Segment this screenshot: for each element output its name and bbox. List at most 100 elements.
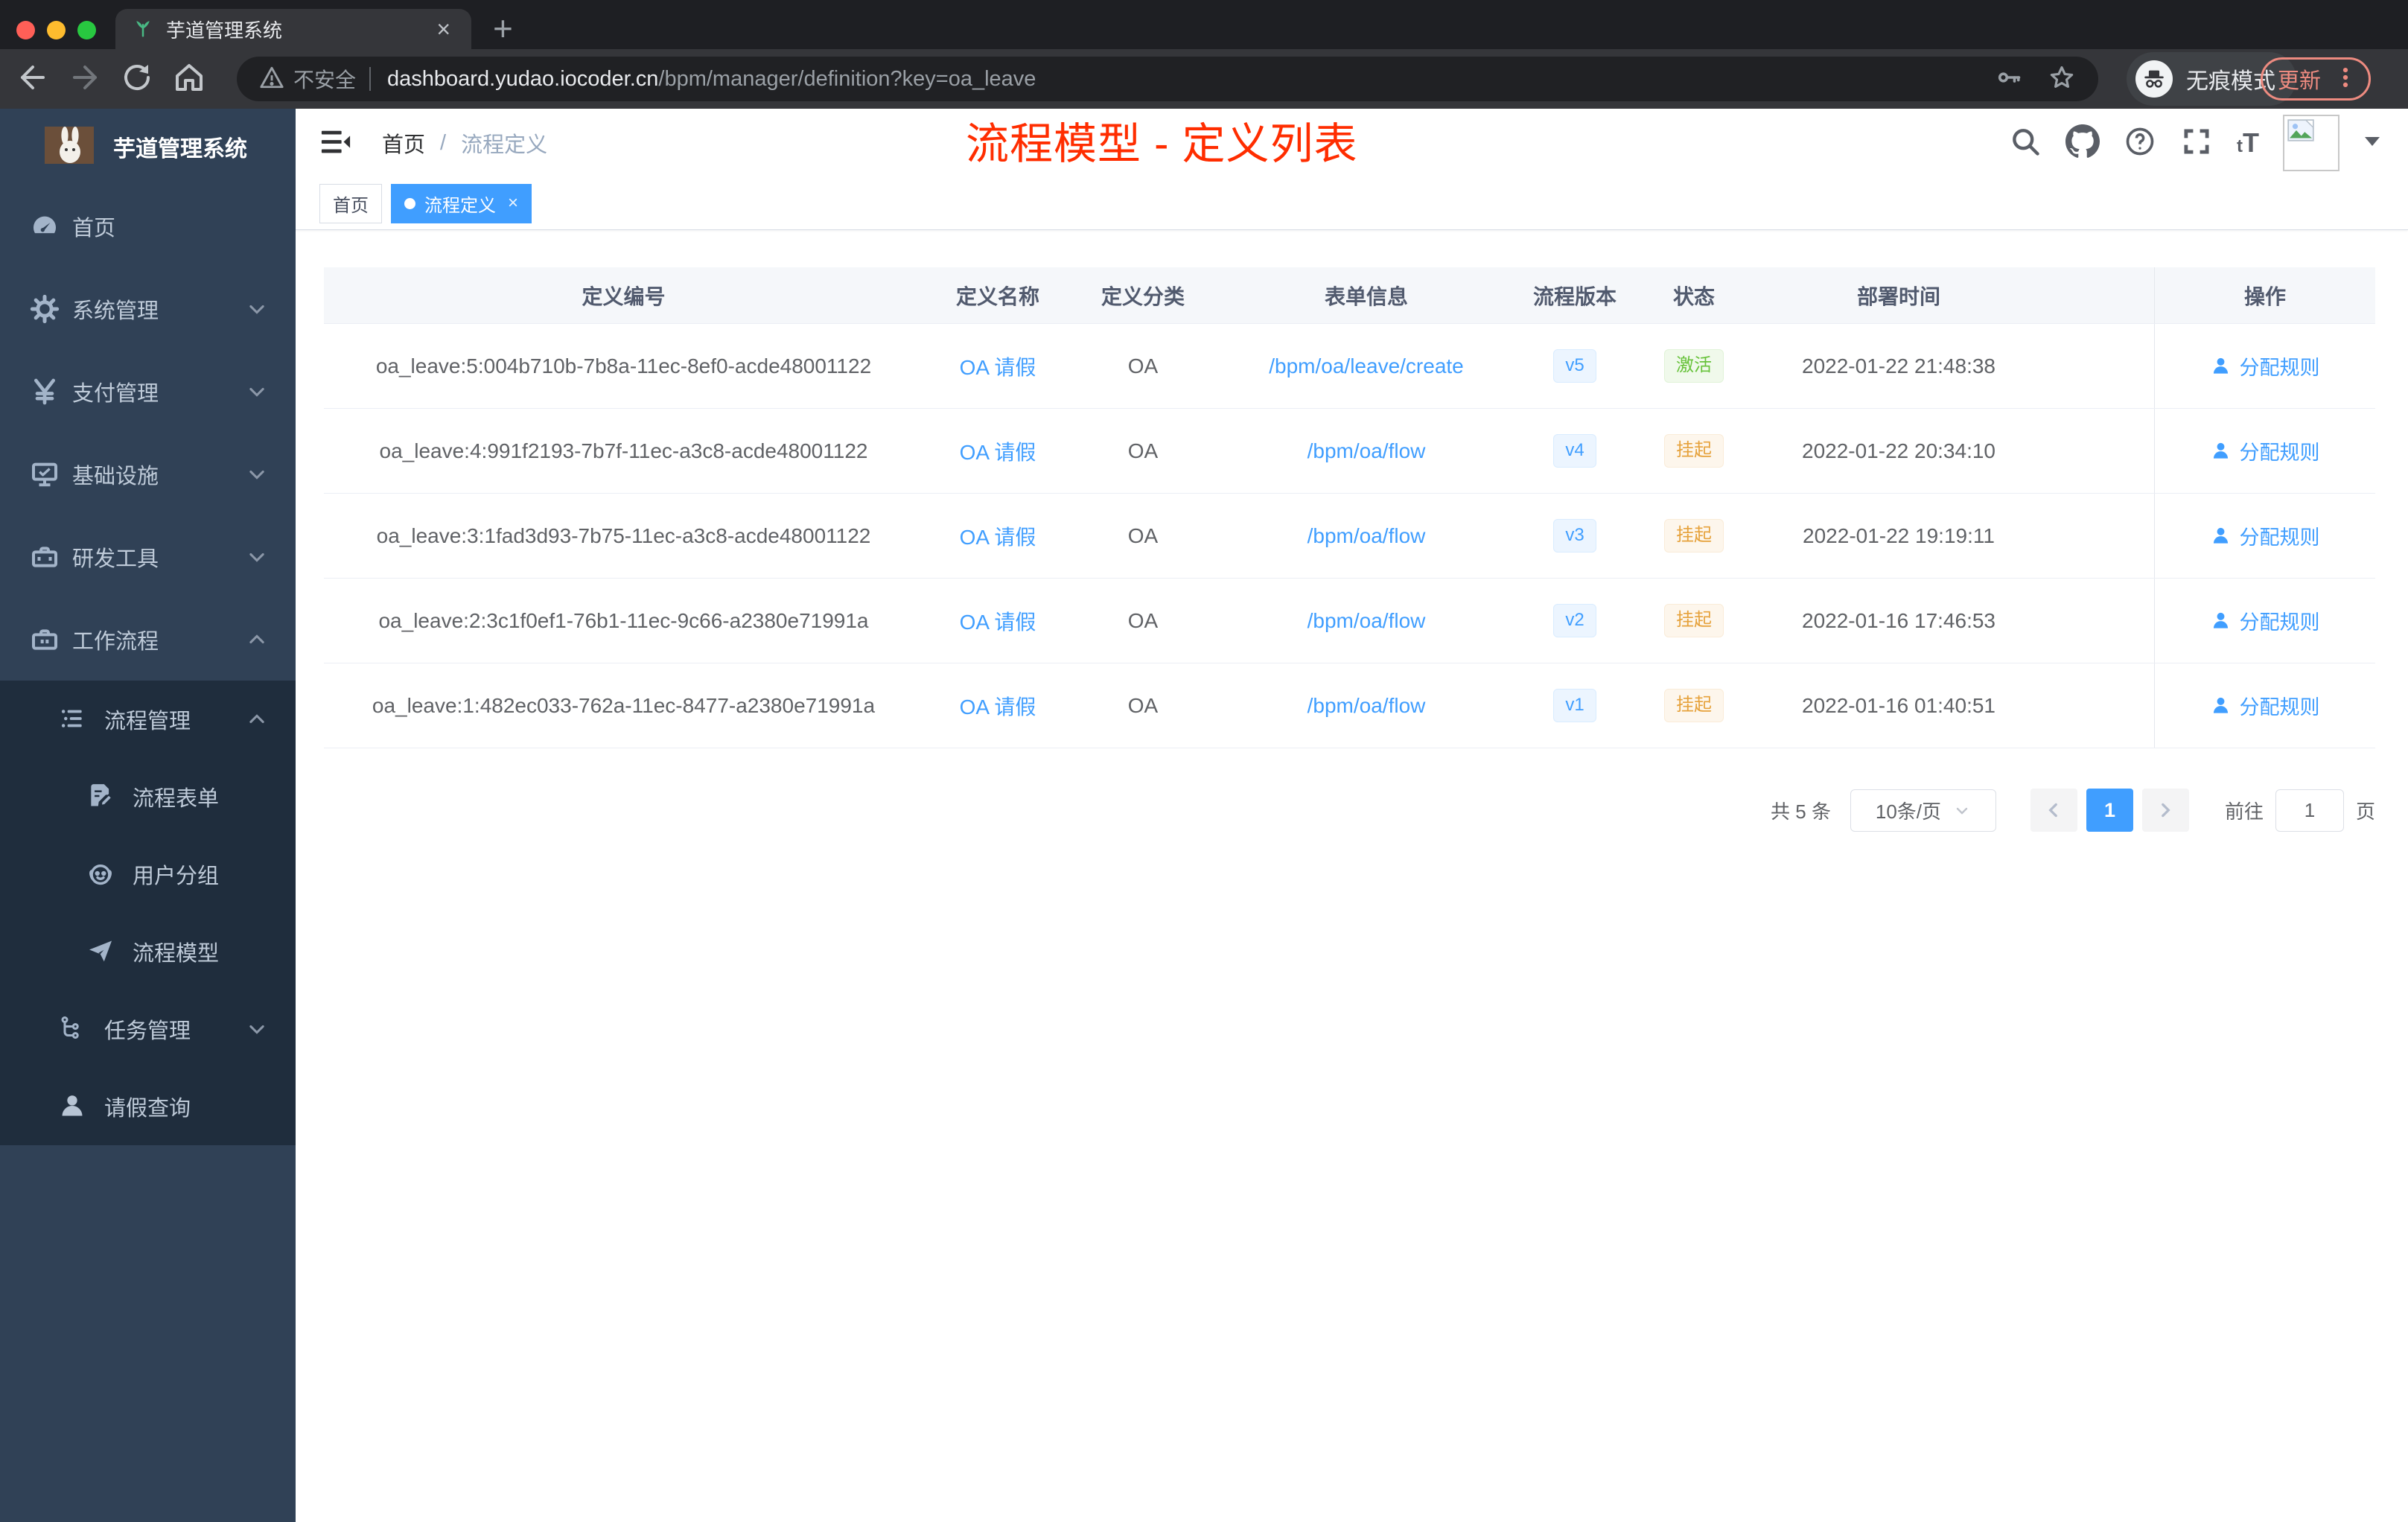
minimize-window-button[interactable] [47,21,66,39]
form-info-link[interactable]: /bpm/oa/flow [1307,694,1426,717]
assign-rule-link[interactable]: 分配规则 [2211,521,2320,550]
column-header: 状态 [1672,284,1715,308]
assign-user-icon [2213,697,2228,713]
tag-home[interactable]: 首页 [319,183,382,223]
divider [369,67,372,91]
next-page-button[interactable] [2141,789,2189,832]
update-label[interactable]: 更新 [2278,63,2321,95]
definition-name-link[interactable]: OA 请假 [960,611,1036,634]
sidebar-item-workflow[interactable]: 工作流程 [0,598,296,681]
sidebar-item-infra[interactable]: 基础设施 [0,433,296,515]
sidebar-item-label: 用户分组 [133,865,220,888]
definition-id: oa_leave:1:482ec033-762a-11ec-8477-a2380… [372,693,876,717]
github-icon[interactable] [2065,124,2100,162]
assign-rule-link[interactable]: 分配规则 [2211,436,2320,465]
dashboard-icon [30,211,60,241]
sidebar-item-home[interactable]: 首页 [0,185,296,267]
assign-rule-link[interactable]: 分配规则 [2211,691,2320,720]
status-badge: 挂起 [1664,519,1724,553]
search-icon[interactable] [2009,125,2042,162]
sidebar-item-process-form[interactable]: 流程表单 [0,758,296,835]
fold-icon[interactable] [320,127,351,162]
table-row: oa_leave:2:3c1f0ef1-76b1-11ec-9c66-a2380… [324,579,2375,663]
briefcase-icon [30,625,60,655]
key-icon[interactable] [1995,64,2022,95]
form-info-link[interactable]: /bpm/oa/flow [1307,439,1426,462]
definition-table: 定义编号 定义名称 定义分类 表单信息 流程版本 状态 部署时间 操作 oa_l… [324,267,2375,748]
address-bar[interactable]: 不安全 dashboard.yudao.iocoder.cn/bpm/manag… [237,57,2098,101]
column-header: 定义名称 [955,284,1039,308]
close-icon[interactable]: × [508,193,518,214]
form-info-link[interactable]: /bpm/oa/leave/create [1269,354,1464,378]
star-icon[interactable] [2048,63,2076,95]
sidebar-item-task-mgmt[interactable]: 任务管理 [0,990,296,1068]
goto-page-input[interactable] [2275,789,2344,832]
definition-id: oa_leave:3:1fad3d93-7b75-11ec-a3c8-acde4… [376,523,871,547]
tab-title: 芋道管理系统 [166,19,283,42]
version-badge: v2 [1553,604,1596,637]
url-path: /bpm/manager/definition?key=oa_leave [658,66,1036,91]
zoom-window-button[interactable] [77,21,96,39]
sidebar-item-label: 流程模型 [133,942,220,966]
sidebar-item-user-group[interactable]: 用户分组 [0,835,296,913]
current-page-button[interactable]: 1 [2086,789,2133,832]
chevron-down-icon [246,381,267,402]
assign-user-icon [2213,612,2228,628]
prev-page-button[interactable] [2030,789,2077,832]
sidebar-item-process-model[interactable]: 流程模型 [0,913,296,990]
yen-icon [30,377,60,407]
assign-rule-link[interactable]: 分配规则 [2211,351,2320,380]
definition-name-link[interactable]: OA 请假 [960,526,1036,549]
close-window-button[interactable] [16,21,35,39]
status-badge: 挂起 [1664,604,1724,637]
sidebar-item-devtools[interactable]: 研发工具 [0,515,296,598]
column-header: 定义编号 [582,284,666,308]
form-info-link[interactable]: /bpm/oa/flow [1307,609,1426,632]
tag-label: 流程定义 [424,195,496,216]
caret-down-icon[interactable] [2363,136,2381,151]
sidebar-item-leave-query[interactable]: 请假查询 [0,1068,296,1145]
table-row: oa_leave:5:004b710b-7b8a-11ec-8ef0-acde4… [324,324,2375,409]
browser-toolbar: 不安全 dashboard.yudao.iocoder.cn/bpm/manag… [0,49,2408,109]
close-tab-icon[interactable]: × [432,17,455,41]
sidebar-item-pay[interactable]: 支付管理 [0,350,296,433]
navbar: 首页 / 流程定义 流程模型 - 定义列表 tT [296,109,2408,177]
kebab-menu-icon[interactable] [2333,65,2358,94]
definition-name-link[interactable]: OA 请假 [960,356,1036,379]
version-badge: v4 [1553,434,1596,468]
home-icon[interactable] [171,60,207,95]
user-icon [58,1092,88,1121]
robot-icon [86,859,116,889]
sidebar-item-label: 系统管理 [72,299,159,323]
chevron-down-icon [246,547,267,567]
avatar[interactable] [2283,115,2339,171]
forward-icon[interactable] [67,60,103,95]
update-button[interactable]: 更新 [2261,57,2372,101]
security-label[interactable]: 不安全 [293,64,356,94]
back-icon[interactable] [15,60,51,95]
definition-id: oa_leave:4:991f2193-7b7f-11ec-a3c8-acde4… [379,439,868,462]
column-header: 部署时间 [1856,284,1940,308]
breadcrumb-home[interactable]: 首页 [382,127,425,159]
page-size-select[interactable]: 10条/页 [1850,789,1996,832]
fontsize-icon[interactable]: tT [2237,127,2259,159]
sidebar-item-label: 流程管理 [104,710,191,733]
definition-name-link[interactable]: OA 请假 [960,695,1036,719]
table-row: oa_leave:1:482ec033-762a-11ec-8477-a2380… [324,663,2375,748]
fullscreen-icon[interactable] [2180,125,2213,162]
app-logo-row: 芋道管理系统 [0,109,296,185]
reload-icon[interactable] [119,60,155,95]
form-info-link[interactable]: /bpm/oa/flow [1307,524,1426,547]
help-icon[interactable] [2124,125,2156,162]
new-tab-icon[interactable]: + [493,10,513,46]
deploy-time: 2022-01-22 19:19:11 [1803,523,1995,547]
tag-process-definition[interactable]: 流程定义 × [391,183,532,223]
definition-name-link[interactable]: OA 请假 [960,441,1036,464]
assign-rule-link[interactable]: 分配规则 [2211,606,2320,635]
deploy-time: 2022-01-22 21:48:38 [1802,354,1995,378]
window-controls[interactable] [16,21,96,39]
sidebar-item-system[interactable]: 系统管理 [0,267,296,350]
sidebar-item-process-mgmt[interactable]: 流程管理 [0,681,296,758]
app-logo [45,126,94,168]
browser-tab[interactable]: 芋道管理系统 × [115,9,471,49]
